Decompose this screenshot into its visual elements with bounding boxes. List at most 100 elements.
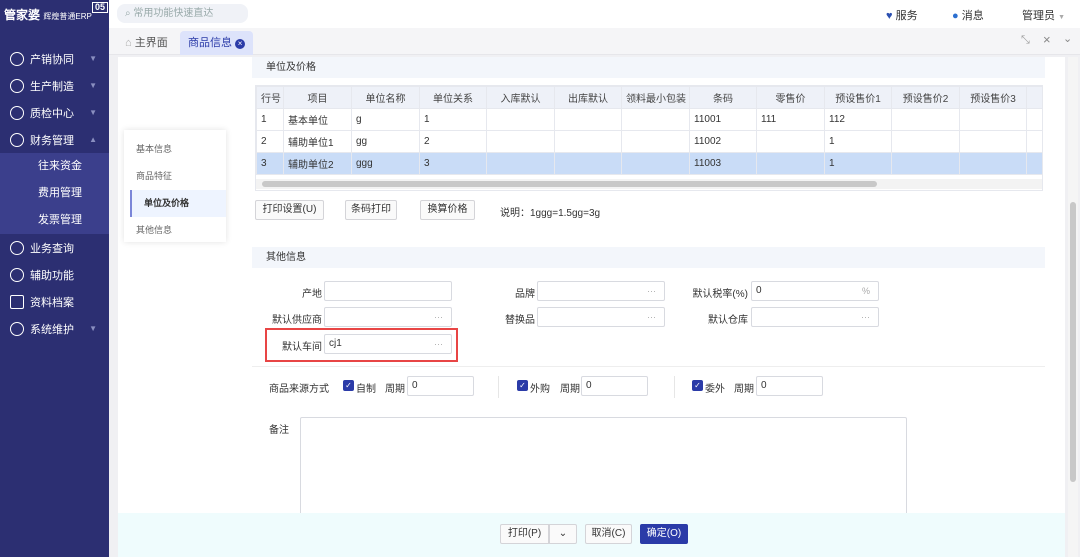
brand-input[interactable]: ··· (537, 281, 665, 301)
ellipsis-icon[interactable]: ··· (434, 335, 443, 353)
column-header[interactable]: 零售价 (756, 86, 825, 109)
workshop-input[interactable]: cj1 ··· (324, 334, 452, 354)
section-nav-features[interactable]: 商品特征 (124, 163, 220, 190)
close-icon[interactable]: × (1043, 32, 1051, 47)
sidebar-item-assist[interactable]: 辅助功能 (0, 261, 109, 288)
tax-input[interactable]: 0% (751, 281, 879, 301)
table-cell[interactable] (554, 108, 622, 131)
table-cell[interactable]: 3 (256, 152, 284, 175)
sidebar-item-production[interactable]: 生产制造 ▼ (0, 72, 109, 99)
table-cell[interactable] (621, 152, 690, 175)
table-cell[interactable]: 112 (824, 108, 892, 131)
ellipsis-icon[interactable]: ··· (647, 282, 656, 300)
table-row[interactable]: 2 辅助单位1 gg 2 11002 1 (256, 130, 1042, 153)
supplier-input[interactable]: ··· (324, 307, 452, 327)
table-cell[interactable] (891, 152, 960, 175)
print-settings-button[interactable]: 打印设置(U) (255, 200, 324, 220)
outsource-checkbox[interactable]: ✓ (692, 380, 703, 391)
column-header[interactable]: 行号 (256, 86, 284, 109)
table-cell[interactable] (621, 108, 690, 131)
table-cell[interactable] (486, 130, 555, 153)
table-cell[interactable] (621, 130, 690, 153)
print-button[interactable]: 打印(P) (500, 524, 549, 544)
tab-product-info[interactable]: 商品信息 × (180, 31, 254, 55)
table-cell[interactable]: 11002 (689, 130, 757, 153)
sidebar-subitem-funds[interactable]: 往来资金 (0, 153, 109, 180)
convert-price-button[interactable]: 换算价格 (420, 200, 475, 220)
sidebar-subitem-expenses[interactable]: 费用管理 (0, 180, 109, 207)
table-cell[interactable] (756, 130, 825, 153)
sidebar-item-query[interactable]: 业务查询 (0, 234, 109, 261)
table-cell[interactable]: 11001 (689, 108, 757, 131)
sidebar-subitem-invoices[interactable]: 发票管理 (0, 207, 109, 234)
table-cell[interactable]: 1 (824, 130, 892, 153)
table-row[interactable]: 3 辅助单位2 ggg 3 11003 1 (256, 152, 1042, 175)
sidebar-item-sales[interactable]: 产销协同 ▼ (0, 45, 109, 72)
origin-input[interactable] (324, 281, 452, 301)
table-cell[interactable]: 111 (756, 108, 825, 131)
section-nav-units[interactable]: 单位及价格 (130, 190, 226, 217)
message-button[interactable]: ● 消息 (952, 7, 984, 23)
table-cell[interactable]: 1 (256, 108, 284, 131)
table-cell[interactable]: 辅助单位2 (283, 152, 352, 175)
table-cell[interactable] (554, 152, 622, 175)
sidebar-item-system[interactable]: 系统维护 ▼ (0, 315, 109, 342)
print-dropdown-chevron-icon[interactable]: ⌄ (549, 524, 577, 544)
substitute-input[interactable]: ··· (537, 307, 665, 327)
user-menu[interactable]: 管理员 ▼ (1022, 7, 1065, 23)
fullscreen-icon[interactable]: ⤡ (1021, 34, 1030, 47)
column-header[interactable]: 单位关系 (419, 86, 487, 109)
cancel-button[interactable]: 取消(C) (585, 524, 632, 544)
column-header[interactable]: 预设售价3 (959, 86, 1027, 109)
column-header[interactable]: 条码 (689, 86, 757, 109)
column-header[interactable]: 预设售价2 (891, 86, 960, 109)
table-cell[interactable] (959, 108, 1027, 131)
barcode-print-button[interactable]: 条码打印 (345, 200, 397, 220)
ellipsis-icon[interactable]: ··· (861, 308, 870, 326)
remark-textarea[interactable] (300, 417, 907, 520)
table-cell[interactable]: g (351, 108, 420, 131)
table-cell[interactable] (891, 108, 960, 131)
column-header[interactable]: 项目 (283, 86, 352, 109)
self-made-period-input[interactable]: 0 (407, 376, 474, 396)
section-nav-other[interactable]: 其他信息 (124, 217, 220, 244)
warehouse-input[interactable]: ··· (751, 307, 879, 327)
table-cell[interactable]: 11003 (689, 152, 757, 175)
section-nav-basic[interactable]: 基本信息 (124, 136, 220, 163)
table-row[interactable]: 1 基本单位 g 1 11001 111 112 (256, 108, 1042, 131)
close-tab-icon[interactable]: × (235, 39, 246, 49)
outsource-period-input[interactable]: 0 (756, 376, 823, 396)
quick-search-input[interactable]: ⌕ 常用功能快速直达 (117, 4, 248, 23)
table-cell[interactable] (959, 152, 1027, 175)
table-cell[interactable] (486, 152, 555, 175)
sidebar-item-finance[interactable]: 财务管理 ▲ (0, 126, 109, 153)
table-cell[interactable]: ggg (351, 152, 420, 175)
ellipsis-icon[interactable]: ··· (647, 308, 656, 326)
column-header[interactable]: 单位名称 (351, 86, 420, 109)
column-header[interactable]: 出库默认 (554, 86, 622, 109)
column-header[interactable]: 入库默认 (486, 86, 555, 109)
tab-home[interactable]: ⌂ 主界面 (117, 31, 176, 55)
table-cell[interactable] (959, 130, 1027, 153)
purchase-period-input[interactable]: 0 (581, 376, 648, 396)
table-cell[interactable]: 辅助单位1 (283, 130, 352, 153)
table-cell[interactable] (486, 108, 555, 131)
self-made-checkbox[interactable]: ✓ (343, 380, 354, 391)
sidebar-item-quality[interactable]: 质检中心 ▼ (0, 99, 109, 126)
table-cell[interactable] (554, 130, 622, 153)
table-cell[interactable]: 1 (824, 152, 892, 175)
service-button[interactable]: ♥ 服务 (886, 7, 918, 23)
sidebar-item-archive[interactable]: 资料档案 (0, 288, 109, 315)
confirm-button[interactable]: 确定(O) (640, 524, 688, 544)
table-cell[interactable]: 3 (419, 152, 487, 175)
table-cell[interactable]: 1 (419, 108, 487, 131)
purchase-checkbox[interactable]: ✓ (517, 380, 528, 391)
table-cell[interactable] (891, 130, 960, 153)
vertical-scrollbar[interactable] (1068, 57, 1078, 557)
ellipsis-icon[interactable]: ··· (434, 308, 443, 326)
table-cell[interactable]: 2 (256, 130, 284, 153)
table-cell[interactable]: gg (351, 130, 420, 153)
column-header[interactable]: 领料最小包装 (621, 86, 690, 109)
chevron-down-icon[interactable]: ⌄ (1063, 32, 1072, 45)
table-cell[interactable]: 基本单位 (283, 108, 352, 131)
